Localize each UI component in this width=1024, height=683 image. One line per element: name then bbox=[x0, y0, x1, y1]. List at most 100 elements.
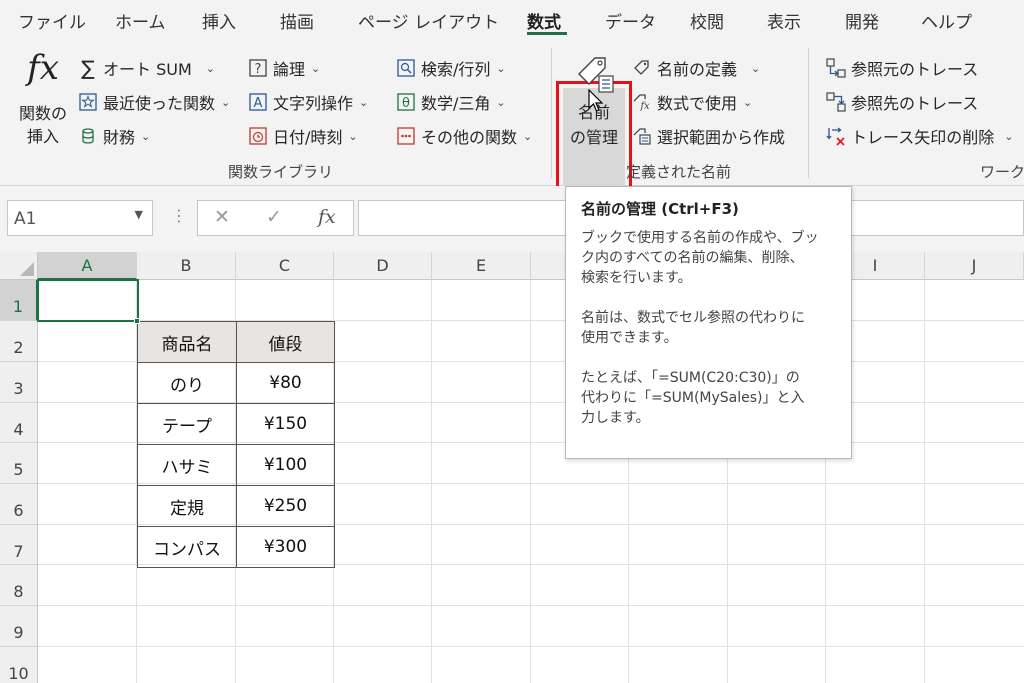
table-cell[interactable]: ¥300 bbox=[236, 526, 335, 568]
name-manager-tooltip: 名前の管理 (Ctrl+F3) ブックで使用する名前の作成や、ブッ ク内のすべて… bbox=[565, 186, 852, 459]
table-cell[interactable]: ¥100 bbox=[236, 444, 335, 486]
financial-button[interactable]: 財務 ⌄ bbox=[78, 124, 150, 148]
row-header-5[interactable]: 5 bbox=[0, 443, 38, 484]
math-trig-button[interactable]: θ 数学/三角 ⌄ bbox=[396, 90, 506, 114]
row-header-7[interactable]: 7 bbox=[0, 525, 38, 565]
use-in-formula-button[interactable]: fx 数式で使用 ⌄ bbox=[632, 90, 752, 114]
table-header-cell[interactable]: 値段 bbox=[236, 321, 335, 363]
column-header-b[interactable]: B bbox=[137, 252, 236, 280]
table-row: のり ¥80 bbox=[137, 362, 335, 404]
table-row: 定規 ¥250 bbox=[137, 485, 335, 527]
star-icon bbox=[78, 92, 98, 112]
autosum-button[interactable]: ∑ オート SUM ⌄ bbox=[78, 56, 215, 80]
enter-icon[interactable]: ✓ bbox=[266, 206, 282, 228]
group-separator bbox=[551, 48, 552, 178]
gridline bbox=[924, 280, 925, 683]
remove-arrows-button[interactable]: トレース矢印の削除 ⌄ bbox=[826, 124, 1013, 148]
table-header-row: 商品名 値段 bbox=[137, 321, 335, 363]
column-header-c[interactable]: C bbox=[236, 252, 334, 280]
more-functions-button[interactable]: その他の関数 ⌄ bbox=[396, 124, 532, 148]
row-header-4[interactable]: 4 bbox=[0, 403, 38, 443]
svg-text:θ: θ bbox=[402, 96, 410, 111]
define-name-button[interactable]: 名前の定義 ⌄ bbox=[632, 56, 760, 80]
fx-icon[interactable]: fx bbox=[18, 48, 68, 88]
tab-developer[interactable]: 開発 bbox=[845, 8, 879, 33]
column-header-a[interactable]: A bbox=[38, 252, 137, 280]
row-header-10[interactable]: 10 bbox=[0, 647, 38, 683]
select-all-icon bbox=[20, 262, 34, 276]
create-from-selection-button[interactable]: 選択範囲から作成 bbox=[632, 124, 785, 148]
table-row: ハサミ ¥100 bbox=[137, 444, 335, 486]
mouse-cursor-icon bbox=[588, 88, 604, 119]
table-header-cell[interactable]: 商品名 bbox=[137, 321, 237, 363]
table-cell[interactable]: テープ bbox=[137, 403, 237, 445]
chevron-down-icon: ⌄ bbox=[348, 129, 358, 143]
tab-formulas[interactable]: 数式 bbox=[527, 8, 561, 33]
table-cell[interactable]: ハサミ bbox=[137, 444, 237, 486]
dropdown-arrow-icon[interactable]: ▼ bbox=[135, 208, 143, 221]
table-cell[interactable]: のり bbox=[137, 362, 237, 404]
trace-precedents-icon bbox=[826, 58, 846, 78]
recently-used-button[interactable]: 最近使った関数 ⌄ bbox=[78, 90, 230, 114]
sigma-icon: ∑ bbox=[81, 56, 95, 80]
row-header-9[interactable]: 9 bbox=[0, 606, 38, 647]
table-cell[interactable]: 定規 bbox=[137, 485, 237, 527]
column-header-e[interactable]: E bbox=[432, 252, 531, 280]
active-cell-a1[interactable] bbox=[37, 279, 139, 322]
clock-icon bbox=[248, 126, 268, 146]
fill-handle[interactable] bbox=[134, 318, 140, 324]
product-table: 商品名 値段 のり ¥80 テープ ¥150 ハサミ ¥100 定規 ¥250 … bbox=[137, 321, 335, 568]
row-header-3[interactable]: 3 bbox=[0, 362, 38, 403]
column-header-d[interactable]: D bbox=[334, 252, 432, 280]
text-functions-button[interactable]: A 文字列操作 ⌄ bbox=[248, 90, 368, 114]
formula-bar-resize-handle[interactable]: ⋮ bbox=[171, 206, 187, 225]
table-cell[interactable]: ¥80 bbox=[236, 362, 335, 404]
tab-help[interactable]: ヘルプ bbox=[921, 8, 972, 33]
logical-button[interactable]: ? 論理 ⌄ bbox=[248, 56, 320, 80]
group-label-formula-auditing: ワーク bbox=[980, 163, 1024, 181]
tooltip-description: ブックで使用する名前の作成や、ブッ ク内のすべての名前の編集、削除、 検索を行い… bbox=[581, 230, 819, 286]
gridline bbox=[431, 280, 432, 683]
svg-text:A: A bbox=[254, 96, 263, 111]
insert-function-button[interactable]: 関数の 挿入 bbox=[10, 102, 76, 148]
date-time-button[interactable]: 日付/時刻 ⌄ bbox=[248, 124, 358, 148]
table-cell[interactable]: ¥250 bbox=[236, 485, 335, 527]
text-a-icon: A bbox=[248, 92, 268, 112]
gridline bbox=[38, 646, 1024, 647]
svg-text:?: ? bbox=[255, 62, 262, 77]
tab-insert[interactable]: 挿入 bbox=[202, 8, 236, 33]
table-row: コンパス ¥300 bbox=[137, 526, 335, 568]
fx-icon[interactable]: fx bbox=[318, 206, 336, 228]
trace-dependents-button[interactable]: 参照先のトレース bbox=[826, 90, 978, 114]
table-cell[interactable]: ¥150 bbox=[236, 403, 335, 445]
remove-arrows-icon bbox=[826, 126, 846, 146]
column-header-j[interactable]: J bbox=[925, 252, 1024, 280]
tab-page-layout[interactable]: ページ レイアウト bbox=[358, 8, 499, 33]
tab-draw[interactable]: 描画 bbox=[280, 8, 314, 33]
select-all-button[interactable] bbox=[0, 252, 38, 280]
chevron-down-icon: ⌄ bbox=[311, 61, 321, 75]
group-label-function-library: 関数ライブラリ bbox=[228, 163, 334, 181]
cancel-icon[interactable]: ✕ bbox=[214, 206, 230, 228]
row-header-1[interactable]: 1 bbox=[0, 280, 38, 321]
tooltip-example: たとえば、「=SUM(C20:C30)」の 代わりに「=SUM(MySales)… bbox=[581, 370, 805, 426]
row-header-2[interactable]: 2 bbox=[0, 321, 38, 362]
worksheet-grid[interactable]: A B C D E F G H I J 1 2 3 4 5 6 7 8 9 10… bbox=[0, 252, 1024, 683]
tab-review[interactable]: 校閲 bbox=[690, 8, 724, 33]
chevron-down-icon: ⌄ bbox=[751, 61, 761, 75]
row-header-6[interactable]: 6 bbox=[0, 484, 38, 525]
chevron-down-icon: ⌄ bbox=[523, 129, 533, 143]
tab-file[interactable]: ファイル bbox=[18, 8, 86, 33]
tab-view[interactable]: 表示 bbox=[767, 8, 801, 33]
name-box[interactable]: A1 ▼ bbox=[7, 200, 153, 236]
trace-dependents-icon bbox=[826, 92, 846, 112]
tab-data[interactable]: データ bbox=[605, 8, 656, 33]
chevron-down-icon: ⌄ bbox=[221, 95, 231, 109]
lookup-reference-button[interactable]: 検索/行列 ⌄ bbox=[396, 56, 506, 80]
tab-home[interactable]: ホーム bbox=[115, 8, 166, 33]
trace-precedents-button[interactable]: 参照元のトレース bbox=[826, 56, 978, 80]
tooltip-note: 名前は、数式でセル参照の代わりに 使用できます。 bbox=[581, 310, 805, 346]
table-cell[interactable]: コンパス bbox=[137, 526, 237, 568]
gridline bbox=[530, 280, 531, 683]
row-header-8[interactable]: 8 bbox=[0, 565, 38, 606]
